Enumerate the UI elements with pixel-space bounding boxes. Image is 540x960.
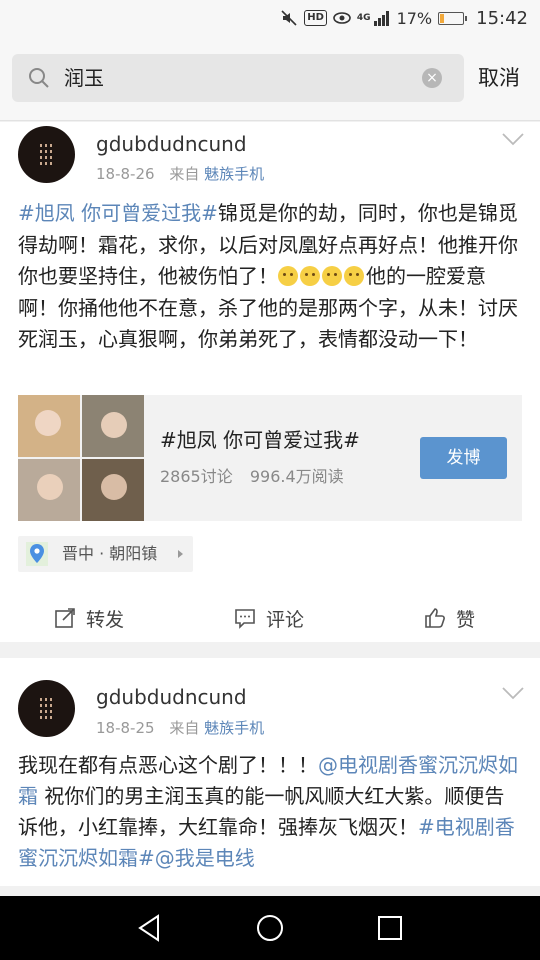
- source-prefix: 来自: [169, 165, 200, 183]
- home-icon[interactable]: [254, 912, 286, 944]
- location-pin-icon: [26, 542, 48, 566]
- location-label: 晋中 · 朝阳镇: [62, 544, 158, 563]
- status-icons: HD 4G 17% 15:42: [280, 6, 528, 30]
- location-chip[interactable]: 晋中 · 朝阳镇: [18, 536, 193, 572]
- emoji-icon: [278, 266, 298, 286]
- post-meta: 18-8-25 来自 魅族手机: [96, 718, 264, 738]
- like-label: 赞: [456, 608, 476, 631]
- post-card: gdubdudncund 18-8-26 来自 魅族手机 #旭凤 你可曾爱过我#…: [0, 122, 540, 642]
- status-bar: HD 4G 17% 15:42: [0, 0, 540, 36]
- search-input[interactable]: 润玉: [64, 66, 104, 90]
- back-icon[interactable]: [134, 912, 166, 944]
- repost-label: 转发: [86, 608, 125, 631]
- topic-card[interactable]: #旭凤 你可曾爱过我# 2865讨论 996.4万阅读 发博: [18, 395, 522, 521]
- repost-icon: [55, 608, 75, 628]
- post-body-1: 我现在都有点恶心这个剧了！！！: [18, 753, 318, 777]
- eye-icon: [333, 12, 351, 24]
- hd-badge: HD: [304, 10, 327, 26]
- hashtag-link[interactable]: #旭凤 你可曾爱过我#: [18, 201, 218, 225]
- like-button[interactable]: 赞: [424, 598, 475, 638]
- battery-fill: [440, 13, 445, 23]
- network-label: 4G: [356, 13, 371, 23]
- cancel-button[interactable]: 取消: [478, 64, 520, 92]
- avatar[interactable]: [18, 126, 75, 183]
- repost-button[interactable]: 转发: [54, 598, 124, 638]
- post-meta: 18-8-26 来自 魅族手机: [96, 164, 264, 184]
- signal-icon: [373, 11, 389, 26]
- battery-percent: 17%: [396, 8, 433, 28]
- publish-button[interactable]: 发博: [420, 437, 507, 479]
- comment-label: 评论: [266, 608, 305, 631]
- avatar-pattern-icon: [40, 144, 52, 165]
- emoji-icon: [300, 266, 320, 286]
- chevron-down-icon[interactable]: [502, 132, 524, 146]
- post-date: 18-8-25: [96, 719, 155, 737]
- search-icon: [29, 68, 49, 88]
- recent-apps-icon[interactable]: [374, 912, 406, 944]
- topic-title: #旭凤 你可曾爱过我#: [160, 428, 360, 452]
- source-link[interactable]: 魅族手机: [204, 719, 264, 737]
- avatar-pattern-icon: [40, 698, 52, 719]
- search-box[interactable]: 润玉 ×: [12, 54, 464, 102]
- username[interactable]: gdubdudncund: [96, 131, 247, 157]
- emoji-icon: [322, 266, 342, 286]
- battery-icon: [438, 11, 468, 25]
- source-link[interactable]: 魅族手机: [204, 165, 264, 183]
- search-header: 润玉 × 取消: [0, 36, 540, 121]
- read-count: 996.4万阅读: [249, 467, 344, 486]
- comment-button[interactable]: 评论: [234, 598, 304, 638]
- clock: 15:42: [476, 7, 528, 29]
- emoji-icon: [344, 266, 364, 286]
- topic-thumbnail: [18, 395, 144, 521]
- mention-link[interactable]: @我是电线: [155, 846, 255, 870]
- thumbs-up-icon: [425, 608, 445, 628]
- username[interactable]: gdubdudncund: [96, 684, 247, 710]
- post-text: #旭凤 你可曾爱过我#锦觅是你的劫，同时，你也是锦觅得劫啊！霜花，求你，以后对凤…: [18, 198, 522, 356]
- source-prefix: 来自: [169, 719, 200, 737]
- chevron-right-icon: [178, 550, 183, 558]
- clear-icon[interactable]: ×: [422, 68, 442, 88]
- discussion-count: 2865讨论: [160, 467, 233, 486]
- mute-icon: [281, 10, 297, 26]
- post-date: 18-8-26: [96, 165, 155, 183]
- topic-stats: 2865讨论 996.4万阅读: [160, 467, 344, 487]
- post-card: gdubdudncund 18-8-25 来自 魅族手机 我现在都有点恶心这个剧…: [0, 658, 540, 886]
- action-bar: 转发 评论 赞: [0, 598, 540, 638]
- chevron-down-icon[interactable]: [502, 686, 524, 700]
- avatar[interactable]: [18, 680, 75, 737]
- comment-icon: [235, 609, 255, 629]
- navigation-bar: [0, 896, 540, 960]
- post-text: 我现在都有点恶心这个剧了！！！@电视剧香蜜沉沉烬如霜 祝你们的男主润玉真的能一帆…: [18, 750, 522, 874]
